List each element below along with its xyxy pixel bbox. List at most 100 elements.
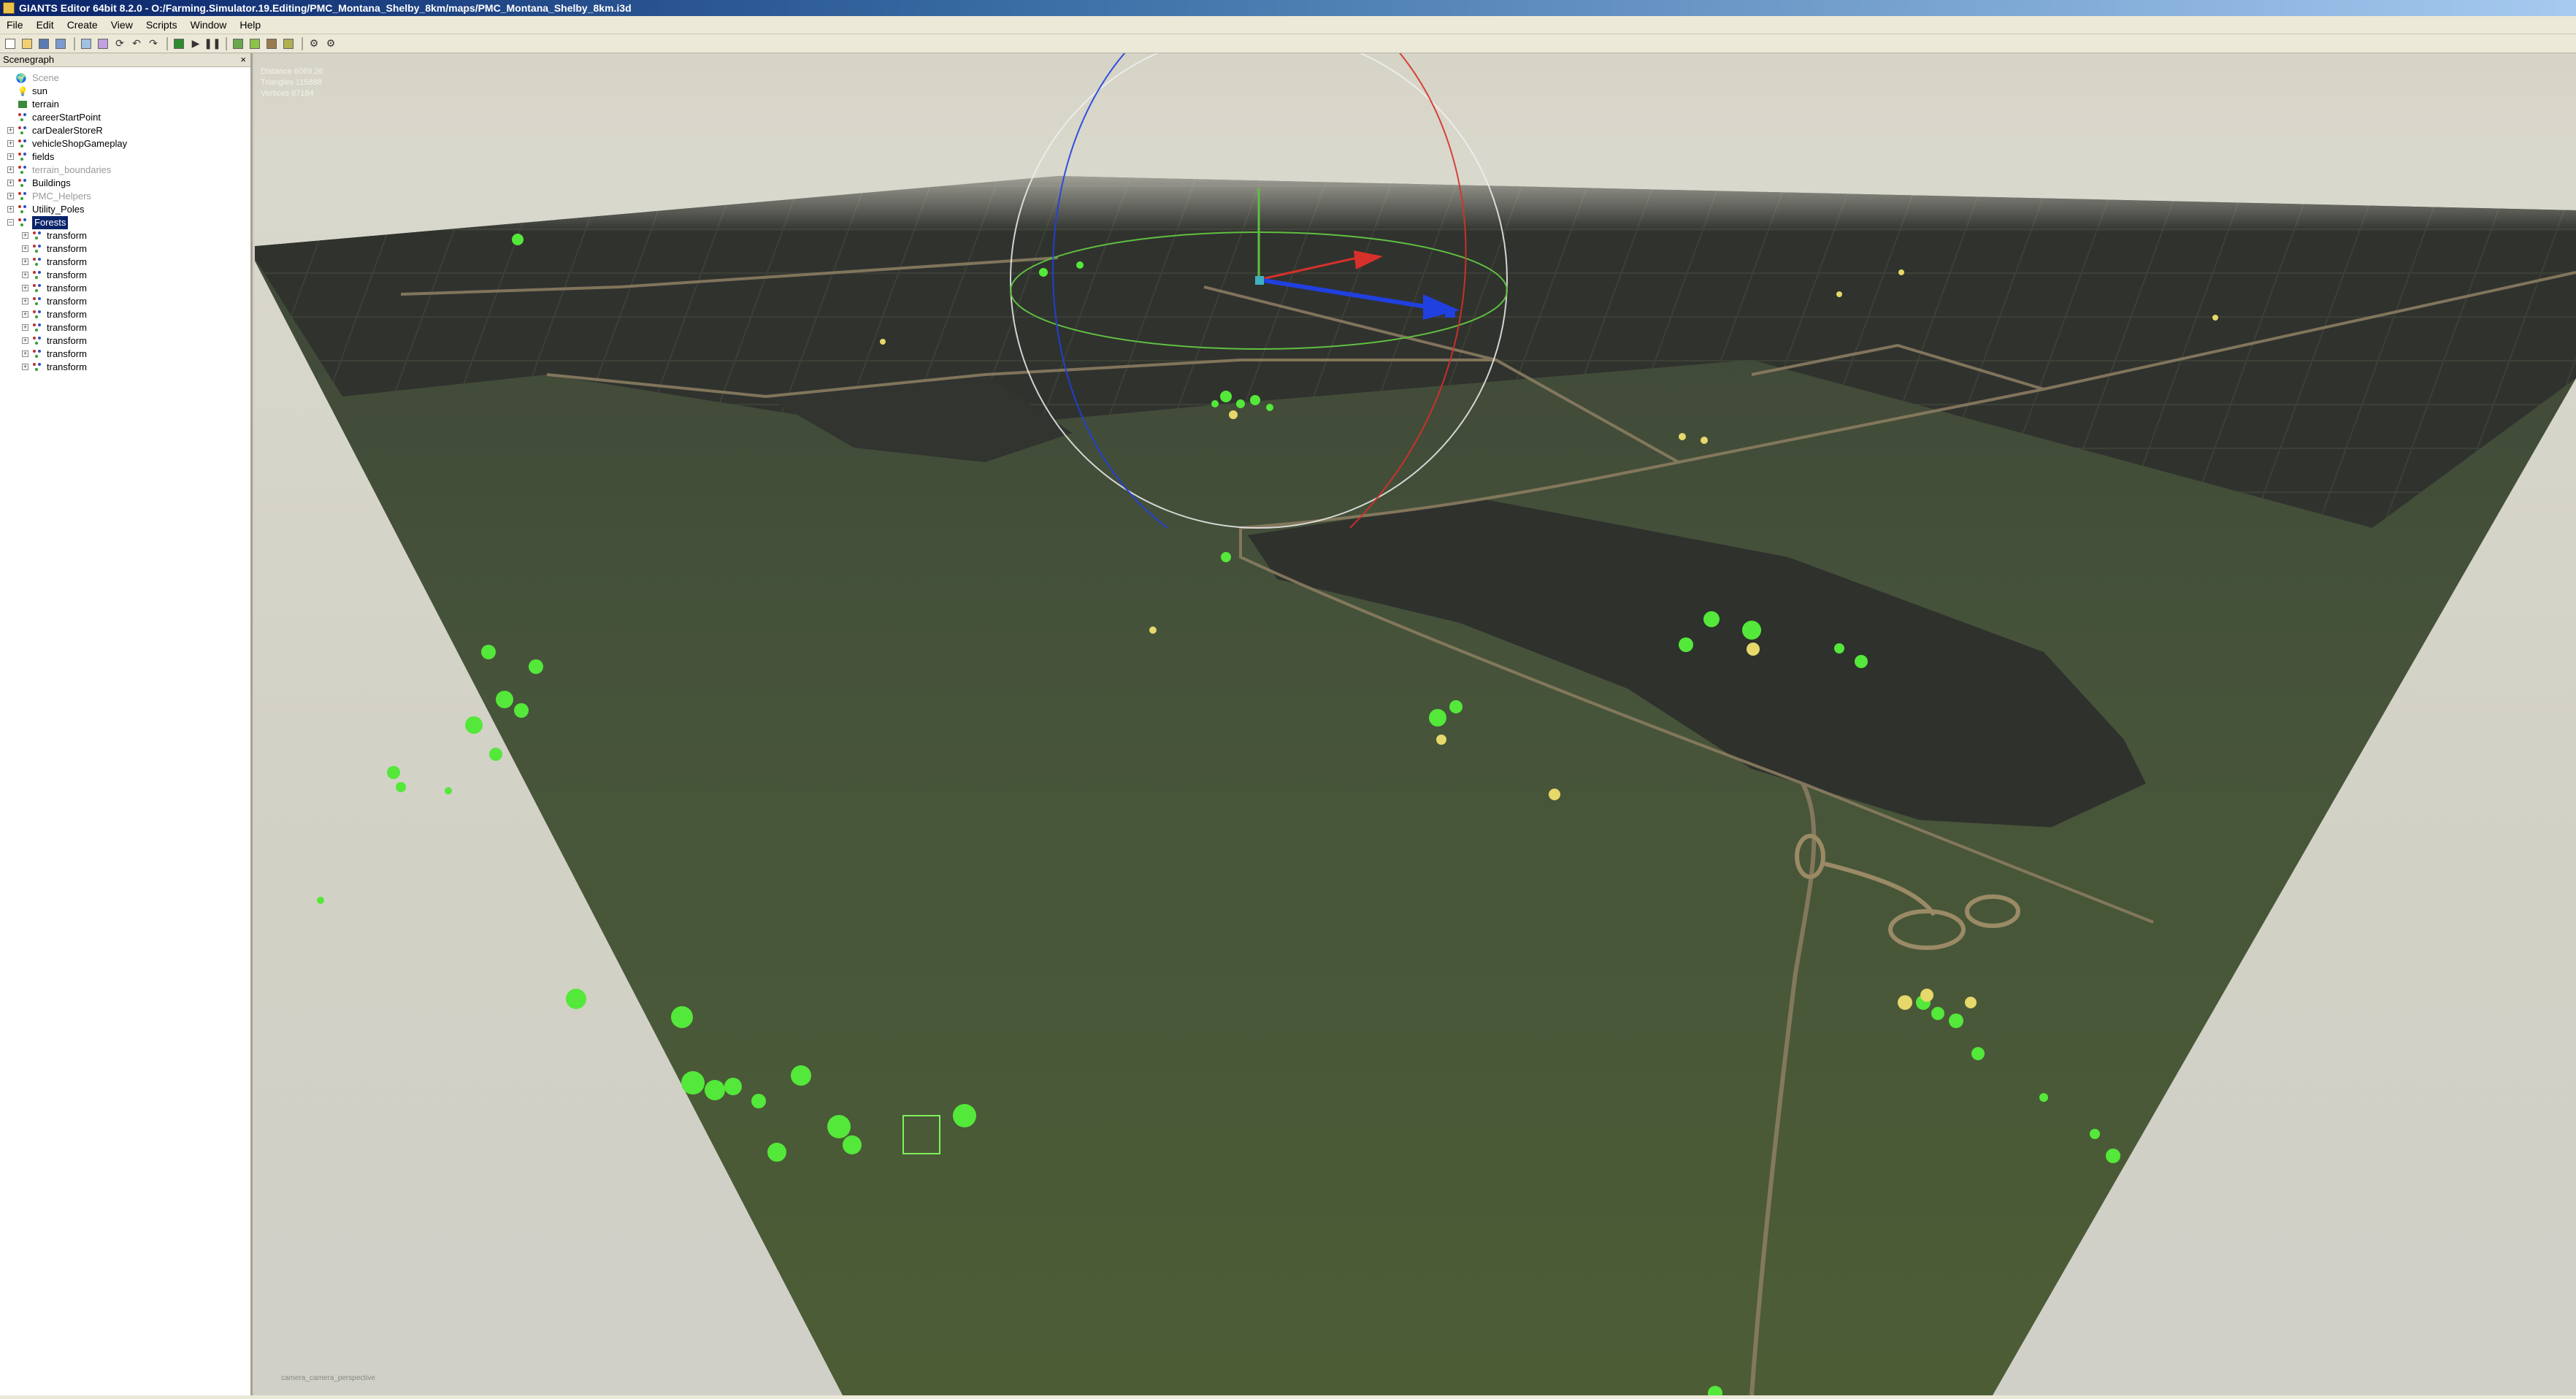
transform-icon <box>32 349 42 359</box>
toolbar-separator <box>302 37 303 50</box>
expand-icon[interactable]: + <box>22 245 28 252</box>
menu-create[interactable]: Create <box>61 16 104 34</box>
tree-node[interactable]: + transform <box>0 348 250 361</box>
horizon-fog <box>255 156 2576 462</box>
tree-node[interactable]: − Forests <box>0 216 250 229</box>
play-icon[interactable]: ▶ <box>188 37 203 51</box>
tree-node[interactable]: + fields <box>0 150 250 164</box>
export-icon[interactable] <box>96 37 110 51</box>
tree-node[interactable]: + carDealerStoreR <box>0 124 250 137</box>
tree-node-scene-root[interactable]: 🌍 Scene <box>0 72 250 85</box>
toolbar-separator <box>226 37 227 50</box>
settings-icon[interactable]: ⚙ <box>307 37 321 51</box>
toolbar: ⟳ ↶ ↷ ▶ ❚❚ ⚙ ⚙ <box>0 34 2576 53</box>
redo-icon[interactable]: ↷ <box>146 37 161 51</box>
app-icon <box>3 2 15 14</box>
tree-node[interactable]: + transform <box>0 229 250 242</box>
tree-node[interactable]: + transform <box>0 282 250 295</box>
layer-icon[interactable] <box>281 37 296 51</box>
expand-icon[interactable]: + <box>22 232 28 239</box>
tree-node[interactable]: + PMC_Helpers <box>0 190 250 203</box>
terrain-scene[interactable] <box>255 53 2576 1395</box>
expand-icon[interactable]: + <box>7 153 14 160</box>
transform-icon <box>18 139 28 149</box>
expand-icon[interactable]: + <box>22 258 28 265</box>
expand-icon[interactable]: + <box>7 166 14 173</box>
tree-node[interactable]: + transform <box>0 308 250 321</box>
3d-viewport[interactable]: Distance 6069.26 Triangles 115888 Vertic… <box>255 53 2576 1395</box>
transform-icon <box>18 152 28 162</box>
expand-icon[interactable]: + <box>22 272 28 278</box>
menu-view[interactable]: View <box>104 16 139 34</box>
expand-icon[interactable]: + <box>22 324 28 331</box>
light-icon: 💡 <box>17 86 28 96</box>
menu-bar: File Edit Create View Scripts Window Hel… <box>0 16 2576 34</box>
menu-help[interactable]: Help <box>233 16 267 34</box>
camera-icon[interactable]: ⚙ <box>323 37 338 51</box>
tree-node-label: transform <box>47 296 87 307</box>
transform-icon <box>32 257 42 267</box>
expand-icon[interactable]: + <box>22 311 28 318</box>
tree-node[interactable]: + transform <box>0 269 250 282</box>
tree-node-label: PMC_Helpers <box>32 191 91 202</box>
new-file-icon[interactable] <box>3 37 18 51</box>
tree-node-label: transform <box>47 269 87 280</box>
toolbar-separator <box>74 37 75 50</box>
tree-node[interactable]: + transform <box>0 242 250 256</box>
save-as-icon[interactable] <box>53 37 68 51</box>
close-icon[interactable]: × <box>240 53 246 66</box>
tree-node[interactable]: + vehicleShopGameplay <box>0 137 250 150</box>
menu-window[interactable]: Window <box>184 16 234 34</box>
collapse-icon[interactable]: − <box>7 219 14 226</box>
save-icon[interactable] <box>37 37 51 51</box>
tree-node[interactable]: + transform <box>0 361 250 374</box>
transform-icon <box>18 165 28 175</box>
tree-node[interactable]: + transform <box>0 321 250 334</box>
tree-node[interactable]: + transform <box>0 295 250 308</box>
tree-node[interactable]: + transform <box>0 334 250 348</box>
expand-icon[interactable]: + <box>7 180 14 186</box>
reload-icon[interactable]: ⟳ <box>112 37 127 51</box>
tree-node[interactable]: + transform <box>0 256 250 269</box>
terrain-icon[interactable] <box>172 37 186 51</box>
transform-icon <box>32 270 42 280</box>
expand-icon[interactable]: + <box>22 298 28 304</box>
undo-icon[interactable]: ↶ <box>129 37 144 51</box>
transform-icon <box>32 336 42 346</box>
tree-node-label: vehicleShopGameplay <box>32 138 128 149</box>
transform-icon <box>18 204 28 215</box>
expand-icon[interactable]: + <box>7 193 14 199</box>
paint-icon[interactable] <box>231 37 245 51</box>
expand-icon[interactable]: + <box>7 206 14 212</box>
tree-node[interactable]: + Utility_Poles <box>0 203 250 216</box>
menu-file[interactable]: File <box>0 16 30 34</box>
expand-icon[interactable]: + <box>22 337 28 344</box>
import-icon[interactable] <box>79 37 93 51</box>
menu-edit[interactable]: Edit <box>30 16 61 34</box>
expand-icon[interactable]: + <box>7 140 14 147</box>
sculpt-icon[interactable] <box>264 37 279 51</box>
tree-node-label: transform <box>47 348 87 359</box>
expand-icon[interactable]: + <box>22 350 28 357</box>
scenegraph-tree: 🌍 Scene 💡 sun terrain careerStartPoint + carD… <box>0 67 250 374</box>
viewport-stats: Distance 6069.26 Triangles 115888 Vertic… <box>261 66 323 99</box>
foliage-icon[interactable] <box>248 37 262 51</box>
pause-icon[interactable]: ❚❚ <box>204 37 221 51</box>
open-icon[interactable] <box>20 37 34 51</box>
tree-node-label: terrain <box>32 99 59 110</box>
tree-node-label: transform <box>47 322 87 333</box>
tree-node[interactable]: 💡 sun <box>0 85 250 98</box>
expand-icon[interactable]: + <box>22 364 28 370</box>
expand-icon[interactable]: + <box>22 285 28 291</box>
tree-node[interactable]: terrain <box>0 98 250 111</box>
status-bar <box>0 1395 2576 1399</box>
menu-scripts[interactable]: Scripts <box>139 16 184 34</box>
transform-icon <box>32 296 42 307</box>
title-bar: GIANTS Editor 64bit 8.2.0 - O:/Farming.S… <box>0 0 2576 16</box>
expand-icon[interactable]: + <box>7 127 14 134</box>
tree-node[interactable]: + terrain_boundaries <box>0 164 250 177</box>
transform-icon <box>18 126 28 136</box>
tree-node[interactable]: + Buildings <box>0 177 250 190</box>
tree-node[interactable]: careerStartPoint <box>0 111 250 124</box>
transform-icon <box>32 231 42 241</box>
